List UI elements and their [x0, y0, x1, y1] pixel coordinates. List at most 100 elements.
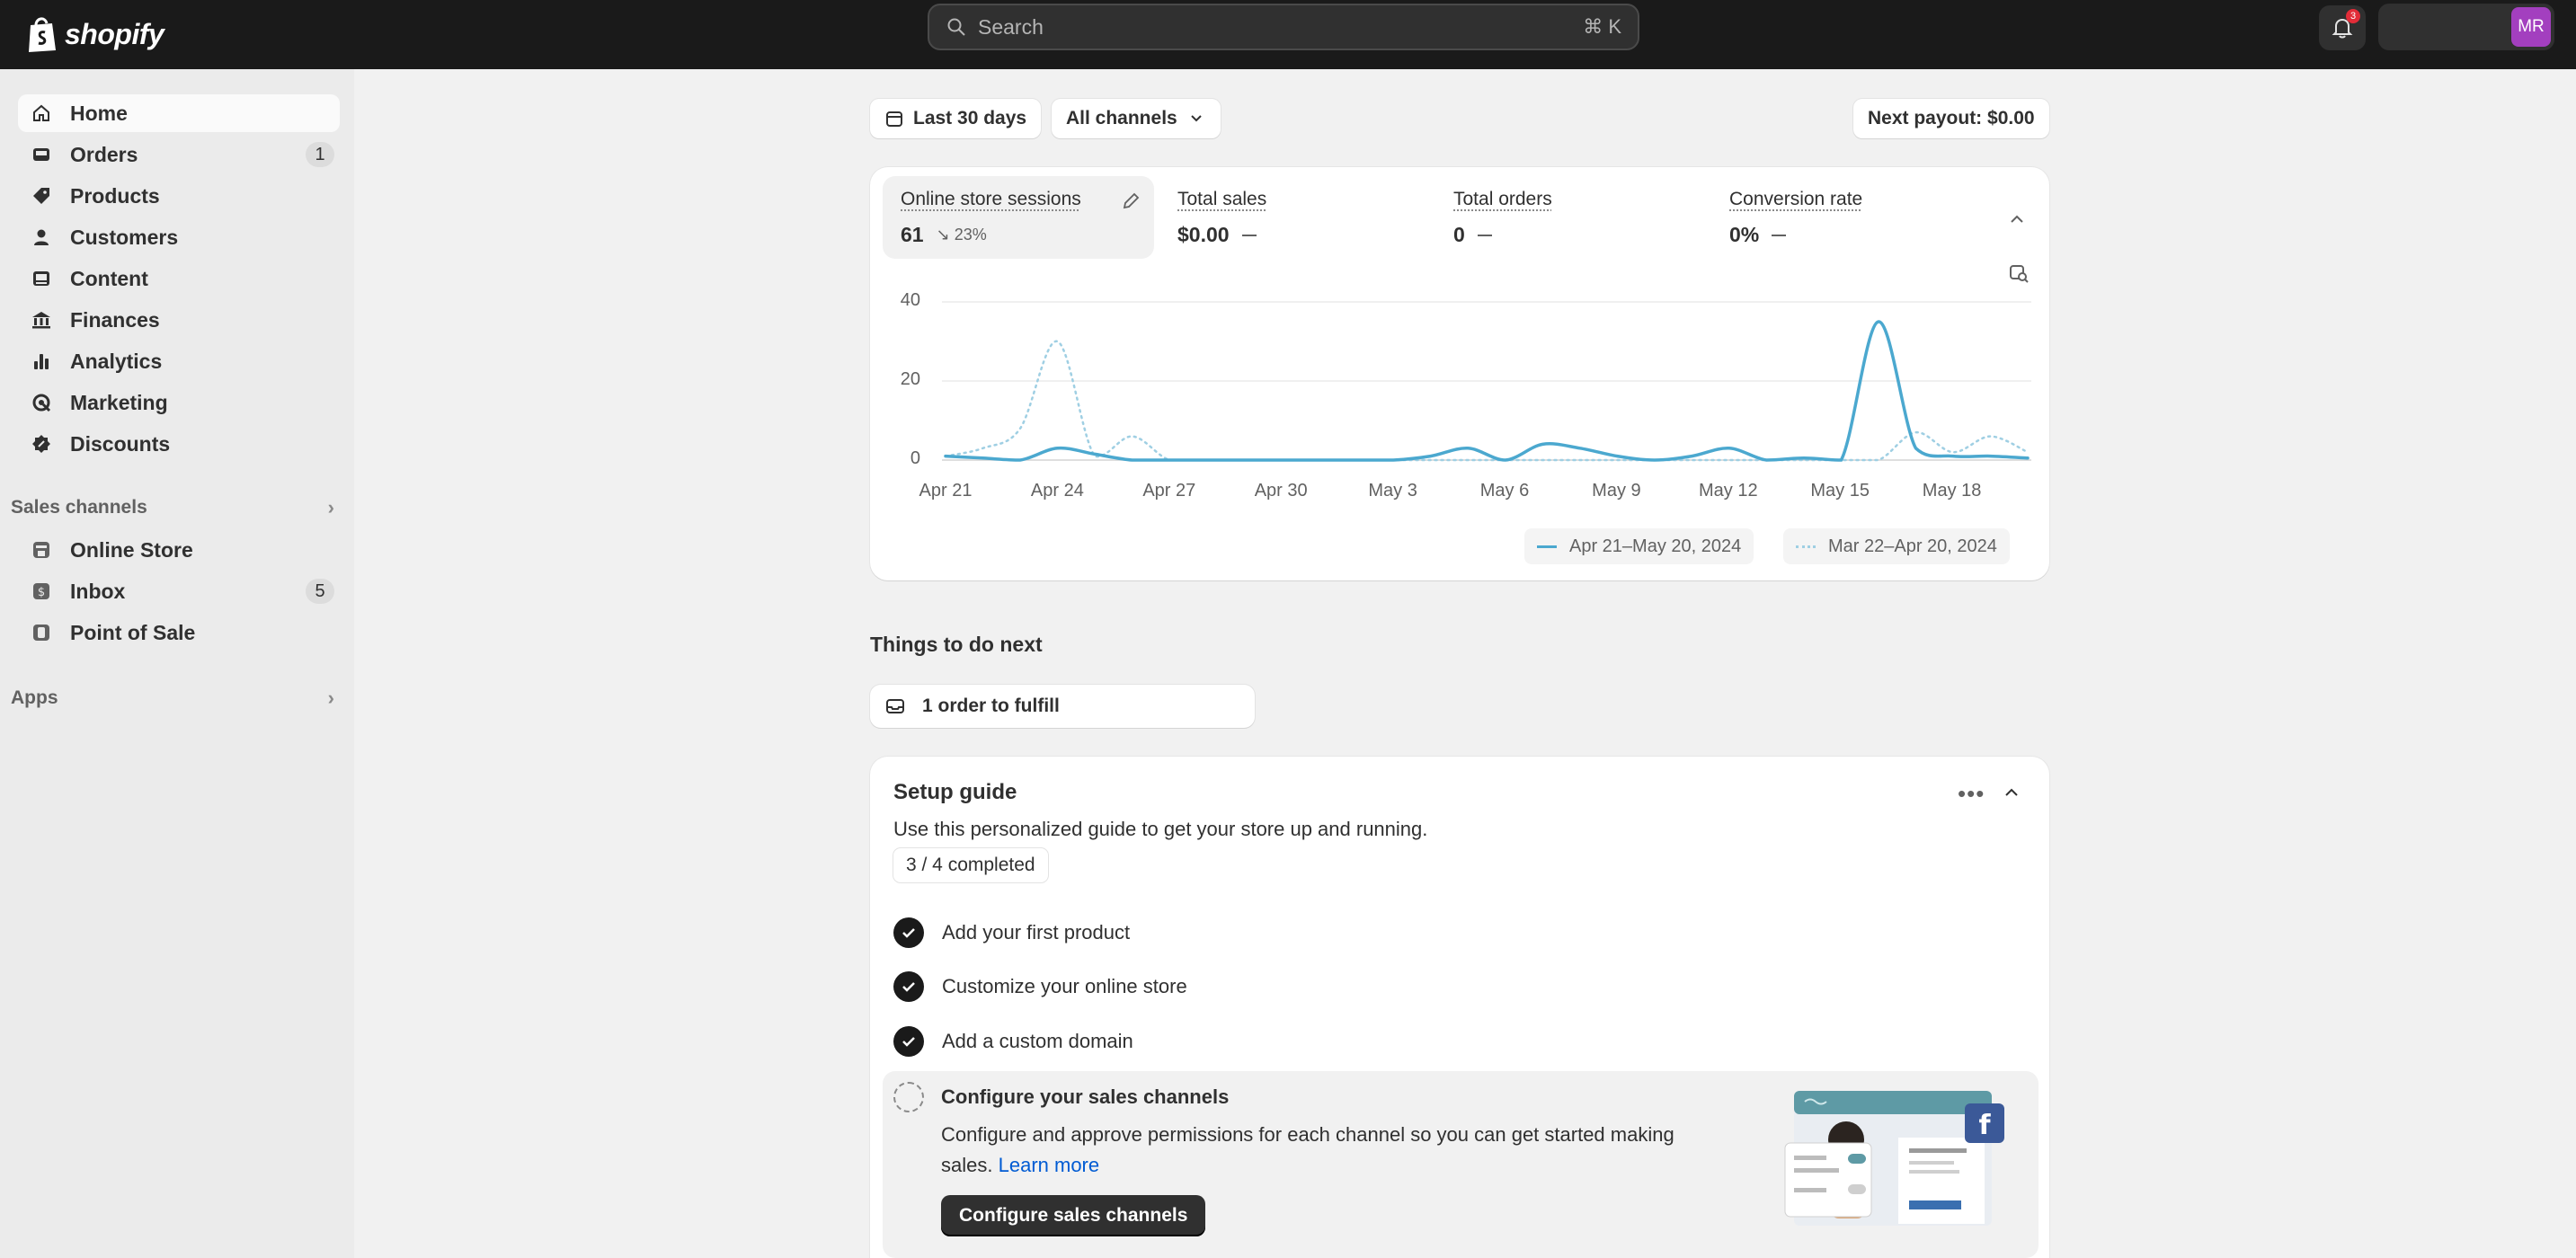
next-payout-label: Next payout: $0.00 — [1868, 108, 2035, 128]
sidebar-item-label: Point of Sale — [70, 620, 196, 644]
task-label: 1 order to fulfill — [922, 695, 1060, 716]
sidebar-item-discounts[interactable]: Discounts — [18, 425, 340, 463]
metric-value: 0% — [1729, 223, 1760, 246]
step-label: Add your first product — [942, 921, 1131, 944]
account-menu-button[interactable]: MR — [2378, 4, 2554, 50]
pencil-icon[interactable] — [1120, 190, 1141, 212]
legend-previous-period[interactable]: Mar 22–Apr 20, 2024 — [1783, 528, 2010, 564]
date-range-label: Last 30 days — [913, 108, 1027, 128]
sidebar-item-label: Discounts — [70, 431, 171, 456]
metric-label: Online store sessions — [901, 189, 1081, 209]
x-tick-label: May 6 — [1479, 481, 1530, 501]
sales-channels-section[interactable]: Sales channels › — [11, 492, 334, 524]
sidebar-item-orders[interactable]: Orders 1 — [18, 136, 340, 173]
chevron-up-icon[interactable] — [2001, 782, 2022, 803]
x-tick-label: May 15 — [1810, 481, 1870, 501]
notifications-button[interactable]: 3 — [2319, 5, 2366, 50]
shopify-bag-icon — [29, 17, 56, 52]
no-change-dash — [1772, 234, 1787, 236]
legend-current-period[interactable]: Apr 21–May 20, 2024 — [1524, 528, 1754, 564]
sidebar-item-label: Online Store — [70, 537, 193, 562]
y-tick-label: 0 — [910, 448, 920, 468]
current-step-description: Configure and approve permissions for ea… — [941, 1120, 1678, 1181]
setup-guide-description: Use this personalized guide to get your … — [893, 818, 1428, 840]
bank-icon — [31, 309, 52, 331]
chevron-up-icon[interactable] — [2006, 208, 2028, 230]
legend-swatch-dotted — [1796, 545, 1816, 548]
setup-progress-badge: 3 / 4 completed — [893, 848, 1048, 882]
calendar-icon — [886, 111, 902, 127]
incomplete-step-icon[interactable] — [893, 1082, 924, 1112]
sidebar-item-point-of-sale[interactable]: Point of Sale — [18, 614, 340, 651]
date-range-button[interactable]: Last 30 days — [870, 99, 1042, 138]
svg-text:$: $ — [38, 586, 45, 599]
channels-dropdown[interactable]: All channels — [1052, 99, 1221, 138]
sidebar-item-label: Customers — [70, 225, 179, 249]
chevron-right-icon: › — [327, 687, 334, 709]
next-payout-button[interactable]: Next payout: $0.00 — [1853, 99, 2049, 138]
legend-swatch-solid — [1537, 545, 1557, 548]
x-tick-label: May 12 — [1699, 481, 1758, 501]
sales-channels-illustration: f — [1784, 1091, 2004, 1226]
sidebar-item-home[interactable]: Home — [18, 94, 340, 132]
metric-value: 61 — [901, 223, 924, 246]
x-tick-label: Apr 21 — [919, 481, 973, 501]
sidebar-item-inbox[interactable]: $ Inbox 5 — [18, 572, 340, 610]
x-tick-label: Apr 24 — [1030, 481, 1084, 501]
inbox-count-badge: 5 — [306, 579, 334, 604]
step-customize-store[interactable]: Customize your online store — [893, 970, 1187, 1003]
metric-change-value: 23% — [954, 226, 987, 244]
search-input[interactable]: Search ⌘ K — [928, 4, 1639, 50]
x-tick-label: Apr 27 — [1142, 481, 1196, 501]
sidebar-item-marketing[interactable]: Marketing — [18, 384, 340, 421]
sidebar-item-analytics[interactable]: Analytics — [18, 342, 340, 380]
learn-more-link[interactable]: Learn more — [999, 1154, 1100, 1176]
x-tick-label: May 3 — [1368, 481, 1417, 501]
inbox-icon — [886, 699, 904, 713]
sales-channels-heading: Sales channels — [11, 497, 147, 518]
sidebar-item-products[interactable]: Products — [18, 177, 340, 215]
metric-label: Total orders — [1453, 189, 1552, 209]
apps-heading: Apps — [11, 687, 58, 708]
trend-down-icon: ↘ — [936, 226, 950, 244]
step-add-first-product[interactable]: Add your first product — [893, 917, 1130, 949]
sidebar-item-label: Marketing — [70, 390, 168, 414]
home-icon — [31, 102, 52, 124]
metric-total-orders[interactable]: Total orders 0 — [1435, 176, 1705, 259]
sidebar-item-finances[interactable]: Finances — [18, 301, 340, 339]
inbox-icon — [31, 144, 52, 165]
sidebar: Home Orders 1 Products Customers Content… — [0, 69, 354, 1258]
legend-label: Apr 21–May 20, 2024 — [1569, 536, 1742, 556]
configure-sales-channels-button[interactable]: Configure sales channels — [941, 1195, 1206, 1236]
no-change-dash — [1477, 234, 1492, 236]
pos-icon — [31, 622, 52, 643]
chat-icon: $ — [31, 580, 52, 602]
setup-guide-title: Setup guide — [893, 780, 1017, 804]
more-options-icon[interactable]: ••• — [1958, 780, 1985, 808]
metric-label: Total sales — [1177, 189, 1267, 209]
legend-label: Mar 22–Apr 20, 2024 — [1828, 536, 1997, 556]
sessions-line-chart — [942, 301, 2031, 462]
chart-compare-icon[interactable] — [2008, 262, 2030, 284]
current-step-title: Configure your sales channels — [941, 1085, 1230, 1108]
search-icon — [947, 18, 965, 36]
fulfill-orders-task[interactable]: 1 order to fulfill — [870, 685, 1255, 728]
notification-badge: 3 — [2346, 9, 2360, 23]
metric-conversion-rate[interactable]: Conversion rate 0% — [1711, 176, 1981, 259]
tag-icon — [31, 185, 52, 207]
sidebar-item-content[interactable]: Content — [18, 260, 340, 297]
metric-total-sales[interactable]: Total sales $0.00 — [1159, 176, 1429, 259]
x-tick-label: May 18 — [1922, 481, 1982, 501]
step-label: Add a custom domain — [942, 1030, 1133, 1052]
image-icon — [31, 268, 52, 289]
step-custom-domain[interactable]: Add a custom domain — [893, 1025, 1133, 1058]
apps-section[interactable]: Apps › — [11, 682, 334, 714]
sidebar-item-label: Finances — [70, 307, 160, 332]
sidebar-item-label: Inbox — [70, 579, 126, 603]
checkmark-icon — [893, 971, 924, 1002]
sidebar-item-online-store[interactable]: Online Store — [18, 531, 340, 569]
shopify-logo[interactable]: shopify — [25, 9, 164, 59]
sidebar-item-customers[interactable]: Customers — [18, 218, 340, 256]
search-shortcut: ⌘ K — [1583, 15, 1621, 38]
metric-online-store-sessions[interactable]: Online store sessions 61 ↘ 23% — [883, 176, 1154, 259]
